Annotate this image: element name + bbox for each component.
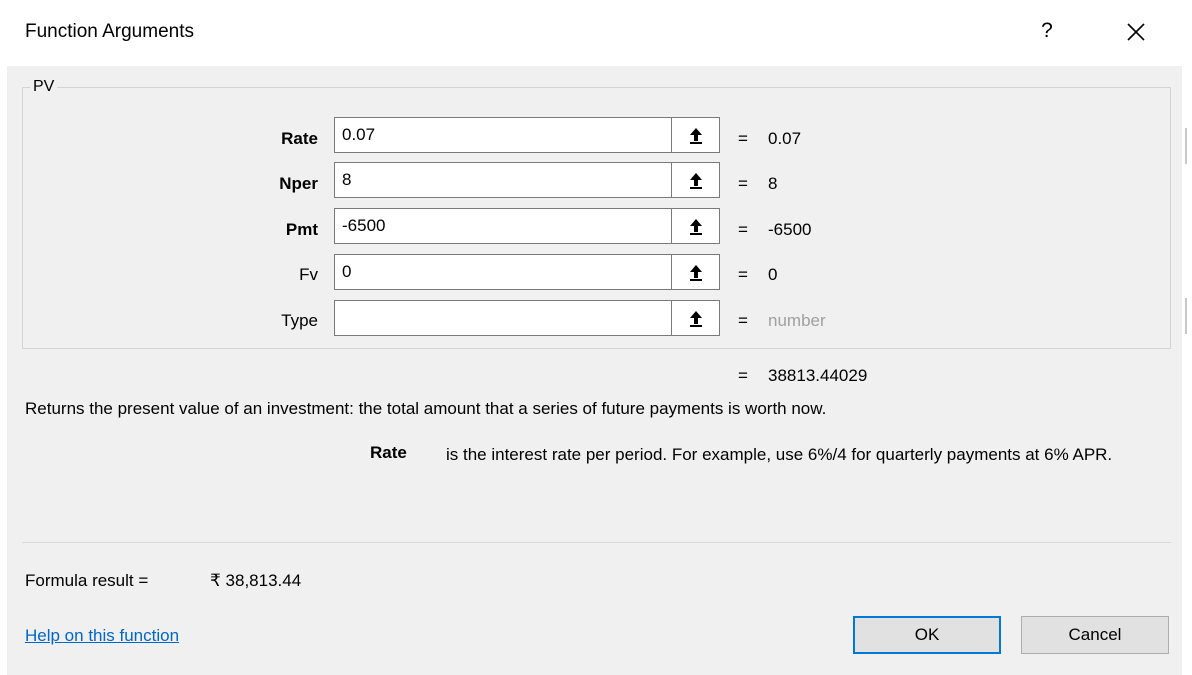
equals-sign: = [738,174,748,193]
arg-label-rate: Rate [281,129,318,148]
collapse-arrow-icon [690,173,702,189]
cancel-button[interactable]: Cancel [1021,616,1169,654]
arg-input-pmt[interactable] [334,208,672,244]
dialog-title: Function Arguments [25,21,194,42]
collapse-button-rate[interactable] [671,117,720,153]
arg-label-pmt: Pmt [285,220,318,239]
edge-mark [1185,298,1187,334]
function-result-value: 38813.44029 [768,366,868,385]
formula-result-label: Formula result = [25,571,149,590]
arg-help-name: Rate [370,443,407,462]
arg-label-fv: Fv [299,265,318,284]
collapse-arrow-icon [690,128,702,144]
arg-help-text: is the interest rate per period. For exa… [446,445,1113,464]
collapse-arrow-icon [690,219,702,235]
edge-mark [1185,128,1187,164]
close-icon [1127,23,1145,41]
help-on-function-link[interactable]: Help on this function [25,626,179,646]
divider [22,542,1171,543]
arg-label-nper: Nper [279,174,318,193]
arg-input-type[interactable] [334,300,672,336]
arg-input-fv[interactable] [334,254,672,290]
equals-sign: = [738,220,748,239]
collapse-arrow-icon [690,311,702,327]
collapse-button-pmt[interactable] [671,208,720,244]
equals-sign: = [738,311,748,330]
arg-value-type: number [768,311,826,330]
help-button[interactable]: ? [1036,16,1058,46]
equals-sign: = [738,129,748,148]
function-name-label: PV [30,78,58,96]
ok-button[interactable]: OK [853,616,1001,654]
arg-value-rate: 0.07 [768,129,802,148]
function-arguments-dialog: Function Arguments ? PV Rate = 0.07 Nper [0,0,1192,675]
arg-value-nper: 8 [768,174,778,193]
arg-input-rate[interactable] [334,117,672,153]
arg-value-fv: 0 [768,265,778,284]
collapse-button-type[interactable] [671,300,720,336]
arg-value-pmt: -6500 [768,220,812,239]
window-edge [1182,0,1192,675]
formula-result-value: ₹ 38,813.44 [210,571,302,590]
collapse-button-nper[interactable] [671,162,720,198]
arg-input-nper[interactable] [334,162,672,198]
arg-label-type: Type [281,311,318,330]
result-equals-sign: = [738,366,748,385]
title-bar: Function Arguments ? [0,0,1192,66]
equals-sign: = [738,265,748,284]
close-button[interactable] [1118,14,1154,50]
function-description: Returns the present value of an investme… [25,399,827,418]
collapse-arrow-icon [690,265,702,281]
collapse-button-fv[interactable] [671,254,720,290]
